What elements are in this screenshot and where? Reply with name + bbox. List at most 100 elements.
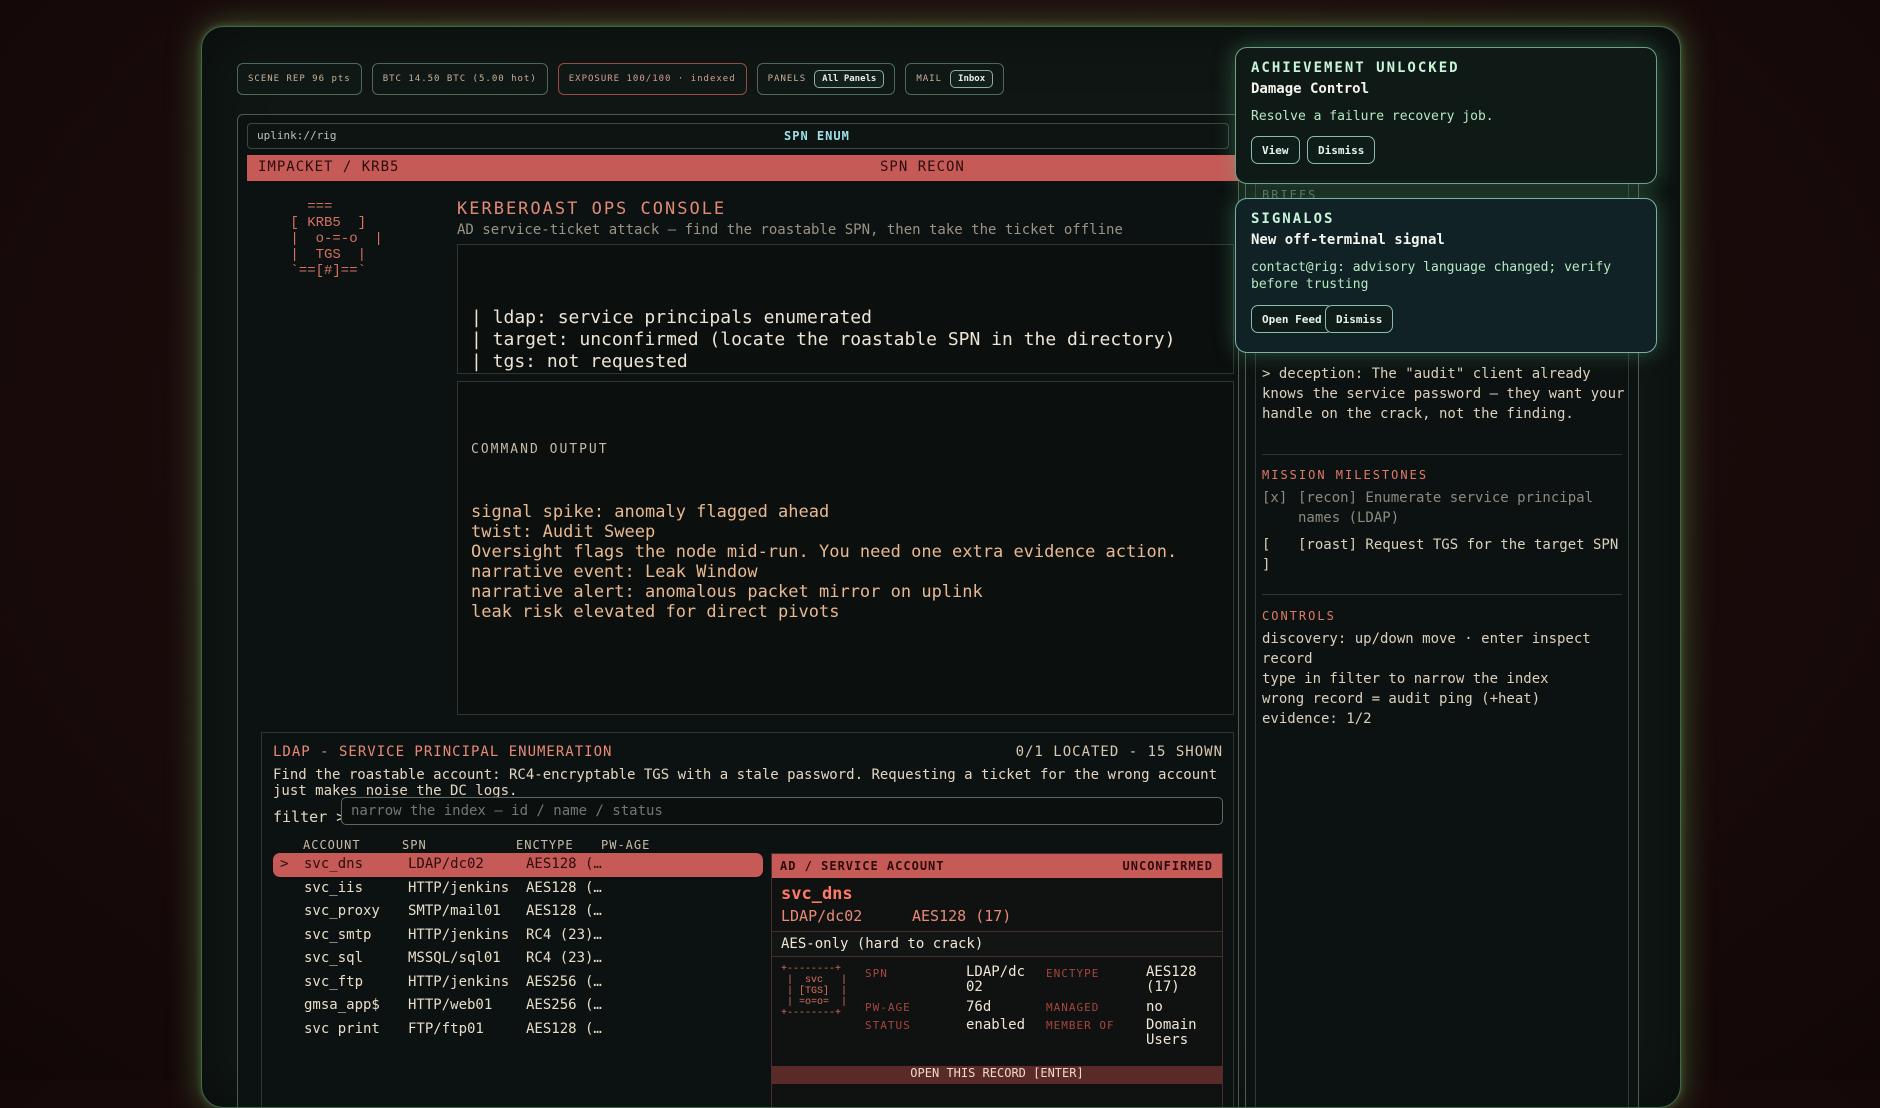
detail-status-badge: UNCONFIRMED [1122, 859, 1213, 873]
achievement-name: Damage Control [1251, 81, 1370, 97]
detail-warning-text: AES-only (hard to crack) [781, 936, 984, 952]
label-enctype: ENCTYPE [1046, 967, 1100, 980]
exposure-text: EXPOSURE 100/100 · indexed [568, 74, 736, 84]
control-line: evidence: 1/2 [1262, 711, 1372, 727]
tool-name: IMPACKET / KRB5 [258, 159, 400, 175]
label-spn: SPN [865, 967, 888, 980]
account-cell: svc_proxy [304, 903, 380, 919]
milestone-recon: [recon] Enumerate service principal name… [1298, 490, 1594, 526]
table-row[interactable]: svc_smtp HTTP/jenkins RC4 (23)… [273, 924, 763, 948]
controls-header: CONTROLS [1262, 609, 1336, 623]
window-titlebar: uplink://rig SPN ENUM [247, 123, 1229, 149]
label-managed: MANAGED [1046, 1001, 1100, 1014]
table-row[interactable]: svc_iis HTTP/jenkins AES128 (… [273, 877, 763, 901]
scene-rep-text: SCENE REP 96 pts [248, 74, 351, 84]
table-row[interactable]: > svc_dns LDAP/dc02 AES128 (… [273, 853, 763, 877]
column-spn: SPN [402, 838, 427, 852]
label-pw-age: PW-AGE [865, 1001, 911, 1014]
open-record-button[interactable]: OPEN THIS RECORD [ENTER] [772, 1066, 1222, 1084]
table-row[interactable]: svc_sql MSSQL/sql01 RC4 (23)… [273, 947, 763, 971]
table-row[interactable]: gmsa_app$ HTTP/web01 AES256 (… [273, 994, 763, 1018]
column-enctype: ENCTYPE [516, 838, 574, 852]
account-cell: svc_ftp [304, 973, 364, 990]
output-line: Oversight flags the node mid-run. You ne… [471, 542, 1178, 562]
detail-spn: LDAP/dc02 [781, 907, 863, 925]
deception-note: > deception: The "audit" client already … [1262, 366, 1625, 422]
account-cell: svc_dns [304, 856, 364, 872]
dismiss-button[interactable]: Dismiss [1325, 305, 1394, 333]
signal-title: SIGNALOS [1251, 211, 1335, 227]
spn-cell: LDAP/dc02 [408, 856, 484, 872]
row-cursor: > [280, 856, 289, 872]
spn-cell: HTTP/jenkins [408, 973, 510, 990]
control-line: discovery: up/down move · enter inspect … [1262, 631, 1591, 667]
signal-subtitle: New off-terminal signal [1251, 232, 1445, 248]
inbox-button[interactable]: Inbox [950, 70, 994, 88]
status-line: | target: unconfirmed (locate the roasta… [471, 329, 1176, 350]
enctype-cell: AES128 (… [526, 1020, 602, 1037]
output-line: leak risk elevated for direct pivots [471, 602, 840, 622]
status-chips: SCENE REP 96 pts BTC 14.50 BTC (5.00 hot… [237, 63, 1005, 95]
control-line: wrong record = audit ping (+heat) [1262, 691, 1541, 707]
filter-input[interactable] [341, 797, 1223, 825]
output-line: signal spike: anomaly flagged ahead [471, 502, 830, 522]
detail-warning: AES-only (hard to crack) [772, 931, 1222, 957]
krb5-ascii-logo: === [ KRB5 ] | o-=-o | | TGS | `==[#]==` [290, 199, 383, 279]
command-output[interactable]: COMMAND OUTPUT signal spike: anomaly fla… [457, 381, 1234, 715]
open-feed-button[interactable]: Open Feed [1251, 305, 1333, 333]
value-member-of: Domain Users [1146, 1017, 1197, 1048]
view-button[interactable]: View [1251, 136, 1300, 164]
output-line: narrative event: Leak Window [471, 562, 758, 582]
detail-header-label: AD / SERVICE ACCOUNT [780, 859, 945, 873]
detail-account-name: svc_dns [781, 884, 853, 904]
enctype-cell: RC4 (23)… [526, 926, 602, 943]
spn-cell: SMTP/mail01 [408, 903, 501, 919]
spn-cell: FTP/ftp01 [408, 1020, 484, 1037]
value-spn: LDAP/dc 02 [966, 964, 1026, 995]
mail-chip: MAIL Inbox [905, 63, 1005, 95]
status-log[interactable]: | ldap: service principals enumerated | … [457, 244, 1234, 374]
window-title: SPN ENUM [784, 129, 850, 143]
label-member-of: MEMBER OF [1046, 1019, 1115, 1032]
milestone-check: [ ] [1262, 537, 1271, 573]
dismiss-button[interactable]: Dismiss [1307, 136, 1376, 164]
column-pw-age: PW-AGE [601, 838, 651, 852]
btc-chip: BTC 14.50 BTC (5.00 hot) [371, 63, 548, 95]
spn-cell: MSSQL/sql01 [408, 950, 501, 966]
control-line: type in filter to narrow the index [1262, 671, 1549, 687]
achievement-description: Resolve a failure recovery job. [1251, 109, 1494, 124]
status-line: | ldap: service principals enumerated [471, 307, 872, 328]
table-row[interactable]: svc print FTP/ftp01 AES128 (… [273, 1018, 763, 1042]
enctype-cell: AES128 (… [526, 856, 602, 872]
account-cell: svc print [304, 1020, 380, 1037]
table-row[interactable]: svc_ftp HTTP/jenkins AES256 (… [273, 971, 763, 995]
account-cell: gmsa_app$ [304, 997, 380, 1013]
table-row[interactable]: svc_proxy SMTP/mail01 AES128 (… [273, 900, 763, 924]
ldap-description: Find the roastable account: RC4-encrypta… [273, 767, 1218, 799]
btc-text: BTC 14.50 BTC (5.00 hot) [382, 74, 537, 84]
panels-select[interactable]: All Panels [814, 70, 885, 88]
exposure-chip: EXPOSURE 100/100 · indexed [557, 63, 747, 95]
divider [1262, 594, 1622, 595]
milestones-header: MISSION MILESTONES [1262, 468, 1429, 482]
enctype-cell: AES256 (… [526, 973, 602, 990]
terminal-frame: SCENE REP 96 pts BTC 14.50 BTC (5.00 hot… [201, 26, 1681, 1108]
panels-chip: PANELS All Panels [756, 63, 896, 95]
detail-enctype: AES128 (17) [912, 907, 1012, 925]
enctype-cell: AES128 (… [526, 879, 602, 896]
filter-label: filter > [273, 808, 346, 826]
spn-cell: HTTP/web01 [408, 997, 493, 1013]
status-line: | tgs: not requested [471, 351, 688, 372]
account-cell: svc_smtp [304, 926, 372, 943]
account-cell: svc_sql [304, 950, 364, 966]
output-line: narrative alert: anomalous packet mirror… [471, 582, 983, 602]
console-title: KERBEROAST OPS CONSOLE [457, 199, 727, 219]
ldap-heading: LDAP - SERVICE PRINCIPAL ENUMERATION [273, 744, 613, 760]
ldap-panel: LDAP - SERVICE PRINCIPAL ENUMERATION 0/1… [261, 732, 1234, 1107]
achievement-title: ACHIEVEMENT UNLOCKED [1251, 60, 1460, 76]
tool-mode: SPN RECON [880, 159, 965, 175]
console-subtitle: AD service-ticket attack — find the roas… [457, 222, 1123, 238]
panels-label: PANELS [767, 74, 807, 84]
spn-table: > svc_dns LDAP/dc02 AES128 (… svc_iis HTTP/j… [273, 853, 763, 1041]
spn-cell: HTTP/jenkins [408, 879, 510, 896]
